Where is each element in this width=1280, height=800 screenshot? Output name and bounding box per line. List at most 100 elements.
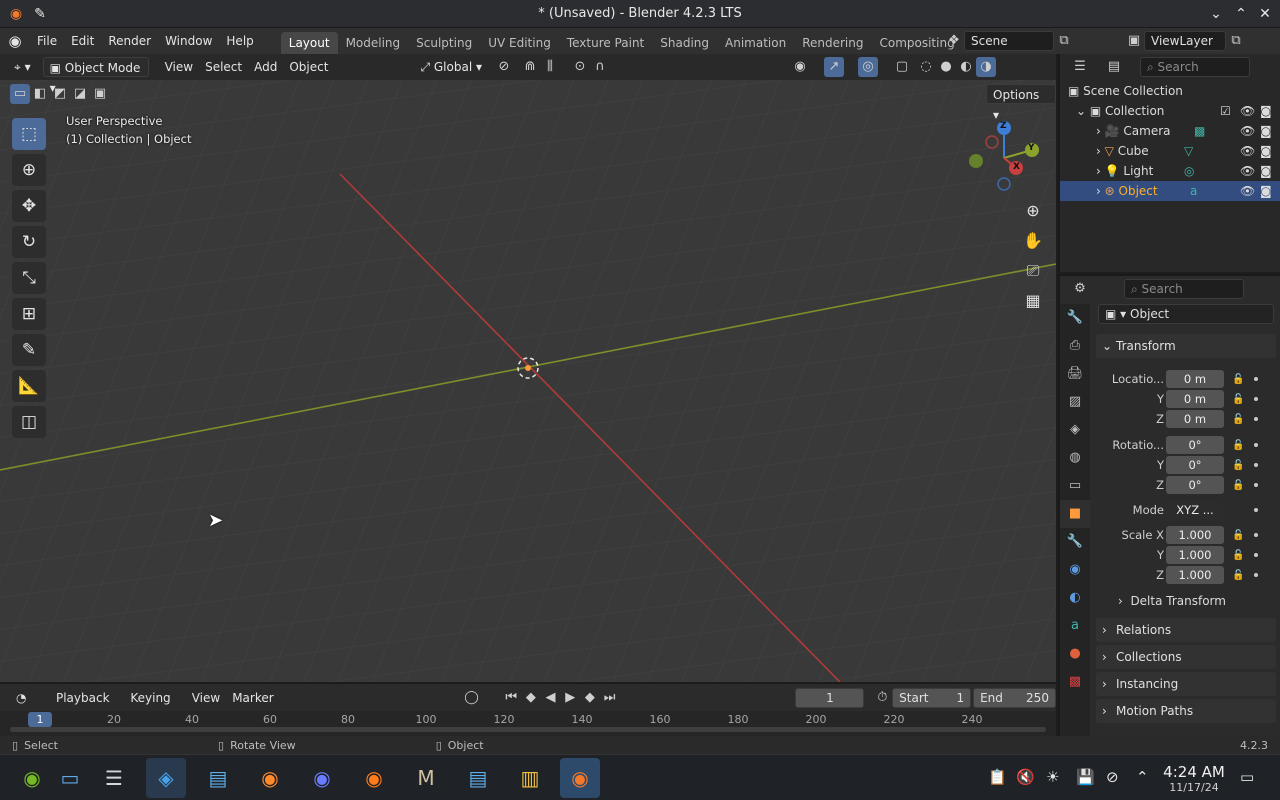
relations-panel-header[interactable]: › Relations: [1096, 618, 1276, 642]
world-tab-icon[interactable]: ◍: [1060, 444, 1090, 472]
gizmo-icon[interactable]: ↗: [824, 57, 844, 77]
tab-uv-editing[interactable]: UV Editing: [480, 32, 559, 54]
scene-name-field[interactable]: Scene: [964, 31, 1054, 51]
collection-eye-icon[interactable]: 👁: [1240, 101, 1255, 121]
opensuse-start-icon[interactable]: ◉: [12, 758, 52, 798]
properties-editor-icon[interactable]: ⚙ ▾: [1070, 279, 1090, 316]
clipboard-icon[interactable]: 📋: [988, 768, 1007, 786]
keyframe-rotation-y-icon[interactable]: [1254, 463, 1258, 467]
material-shading-icon[interactable]: ◐: [956, 57, 976, 77]
modifier-tab-icon[interactable]: 🔧: [1060, 528, 1090, 556]
menu-keying[interactable]: Keying ▾: [124, 688, 185, 725]
keyframe-scale-y-icon[interactable]: [1254, 553, 1258, 557]
select-invert-icon[interactable]: ◪: [70, 84, 90, 104]
keyframe-rotation-z-icon[interactable]: [1254, 483, 1258, 487]
firefox-app-icon[interactable]: ◉: [354, 758, 394, 798]
display-mode-icon[interactable]: ▤: [1104, 57, 1124, 77]
menu-file[interactable]: File: [30, 28, 64, 54]
lock-scale-x-icon[interactable]: 🔓: [1232, 530, 1244, 541]
view-layer-tab-icon[interactable]: ▨: [1060, 388, 1090, 416]
cursor-tool-icon[interactable]: ⊕: [12, 154, 46, 186]
keyframe-location-z-icon[interactable]: [1254, 417, 1258, 421]
timeline-scrollbar[interactable]: [10, 727, 1046, 732]
transform-panel-header[interactable]: ⌄ Transform: [1096, 334, 1276, 358]
scene-selector[interactable]: ❖ Scene ⧉: [944, 31, 1074, 51]
lock-location-x-icon[interactable]: 🔓: [1232, 374, 1244, 385]
solid-shading-icon[interactable]: ●: [936, 57, 956, 77]
scale-y-field[interactable]: 1.000: [1166, 546, 1224, 564]
falloff-icon[interactable]: ∩: [590, 57, 610, 77]
tab-sculpting[interactable]: Sculpting: [408, 32, 480, 54]
vp-menu-view[interactable]: View: [159, 57, 199, 77]
lock-rotation-z-icon[interactable]: 🔓: [1232, 480, 1244, 491]
material-tab-icon[interactable]: ●: [1060, 640, 1090, 668]
viewlayer-new-icon[interactable]: ⧉: [1226, 31, 1246, 51]
select-box-tool-icon[interactable]: ⬚: [12, 118, 46, 150]
keyframe-scale-z-icon[interactable]: [1254, 573, 1258, 577]
vp-menu-object[interactable]: Object: [283, 57, 334, 77]
clock[interactable]: 4:24 AM 11/17/24: [1162, 763, 1226, 794]
viewlayer-name-field[interactable]: ViewLayer: [1144, 31, 1226, 51]
rotation-z-field[interactable]: 0°: [1166, 476, 1224, 494]
firefox-nightly-app-icon[interactable]: ◉: [302, 758, 342, 798]
output-tab-icon[interactable]: 🖨: [1060, 360, 1090, 388]
snap-target-icon[interactable]: ⫼: [540, 57, 560, 77]
keyframe-scale-x-icon[interactable]: [1254, 533, 1258, 537]
blender-menu-icon[interactable]: ◉: [0, 32, 30, 50]
visibility-icon[interactable]: ◉: [790, 57, 810, 77]
select-extend-icon[interactable]: ◧: [30, 84, 50, 104]
keyframe-location-x-icon[interactable]: [1254, 377, 1258, 381]
current-frame-field[interactable]: 1: [795, 687, 865, 708]
annotate-tool-icon[interactable]: ✎: [12, 334, 46, 366]
texture-tab-icon[interactable]: ▩: [1060, 668, 1090, 696]
outliner-row-camera[interactable]: › 🎥 Camera ▩ 👁 ◙: [1060, 121, 1280, 141]
maximize-icon[interactable]: ⌃: [1231, 4, 1251, 24]
physics-tab-icon[interactable]: ◐: [1060, 584, 1090, 612]
jump-start-icon[interactable]: ⏮: [501, 688, 521, 708]
show-desktop-icon[interactable]: ▭: [50, 758, 90, 798]
menu-playback[interactable]: Playback ▾: [50, 688, 124, 725]
play-reverse-icon[interactable]: ◀: [541, 688, 561, 708]
vp-menu-select[interactable]: Select: [199, 57, 248, 77]
playhead-marker[interactable]: 1: [28, 712, 52, 727]
rotation-mode-dropdown[interactable]: XYZ ...: [1166, 501, 1224, 519]
save-icon[interactable]: 💾: [1076, 768, 1095, 786]
keyframe-location-y-icon[interactable]: [1254, 397, 1258, 401]
move-tool-icon[interactable]: ✥: [12, 190, 46, 222]
lock-location-y-icon[interactable]: 🔓: [1232, 394, 1244, 405]
outliner-row-collection[interactable]: ⌄ ▣ Collection ☑ 👁 ◙: [1060, 101, 1280, 121]
select-intersect-icon[interactable]: ▣: [90, 84, 110, 104]
settings-app-icon[interactable]: ☰: [94, 758, 134, 798]
object-render-icon[interactable]: ◙: [1260, 181, 1272, 201]
keyframe-rotation-mode-icon[interactable]: [1254, 508, 1258, 512]
cube-eye-icon[interactable]: 👁: [1240, 141, 1255, 161]
lock-location-z-icon[interactable]: 🔓: [1232, 414, 1244, 425]
3d-viewport[interactable]: ⌖ ▾ ▣ Object Mode ▾ View Select Add Obje…: [0, 54, 1056, 682]
scale-z-field[interactable]: 1.000: [1166, 566, 1224, 584]
snap-icon[interactable]: ⋒: [520, 57, 540, 77]
collection-camera-icon[interactable]: ◙: [1260, 101, 1272, 121]
tool-tab-icon[interactable]: 🔧: [1060, 304, 1090, 332]
auto-keying-icon[interactable]: ◯: [462, 688, 482, 708]
outliner-row-cube[interactable]: › ▽ Cube ▽ 👁 ◙: [1060, 141, 1280, 161]
tab-animation[interactable]: Animation: [717, 32, 794, 54]
tab-texture-paint[interactable]: Texture Paint: [559, 32, 652, 54]
add-cube-tool-icon[interactable]: ◫: [12, 406, 46, 438]
office-app-icon[interactable]: ▥: [510, 758, 550, 798]
editor-type-icon[interactable]: ⌖ ▾: [8, 57, 37, 77]
menu-timeline-view[interactable]: View: [186, 688, 226, 708]
wireframe-shading-icon[interactable]: ◌: [916, 57, 936, 77]
menu-marker[interactable]: Marker: [226, 688, 279, 708]
jump-end-icon[interactable]: ⏭: [600, 688, 620, 708]
network-off-icon[interactable]: ⊘: [1106, 768, 1119, 786]
jump-keyframe-forward-icon[interactable]: ◆: [580, 688, 600, 708]
tab-rendering[interactable]: Rendering: [794, 32, 871, 54]
cube-render-icon[interactable]: ◙: [1260, 141, 1272, 161]
camera-eye-icon[interactable]: 👁: [1240, 121, 1255, 141]
stopwatch-icon[interactable]: ⏱: [872, 688, 892, 708]
outliner-row-light[interactable]: › 💡 Light ◎ 👁 ◙: [1060, 161, 1280, 181]
end-frame-field[interactable]: End 250: [973, 687, 1056, 708]
rendered-shading-icon[interactable]: ◑: [976, 57, 996, 77]
pan-hand-icon[interactable]: ✋: [1020, 228, 1046, 254]
lock-rotation-x-icon[interactable]: 🔓: [1232, 440, 1244, 451]
